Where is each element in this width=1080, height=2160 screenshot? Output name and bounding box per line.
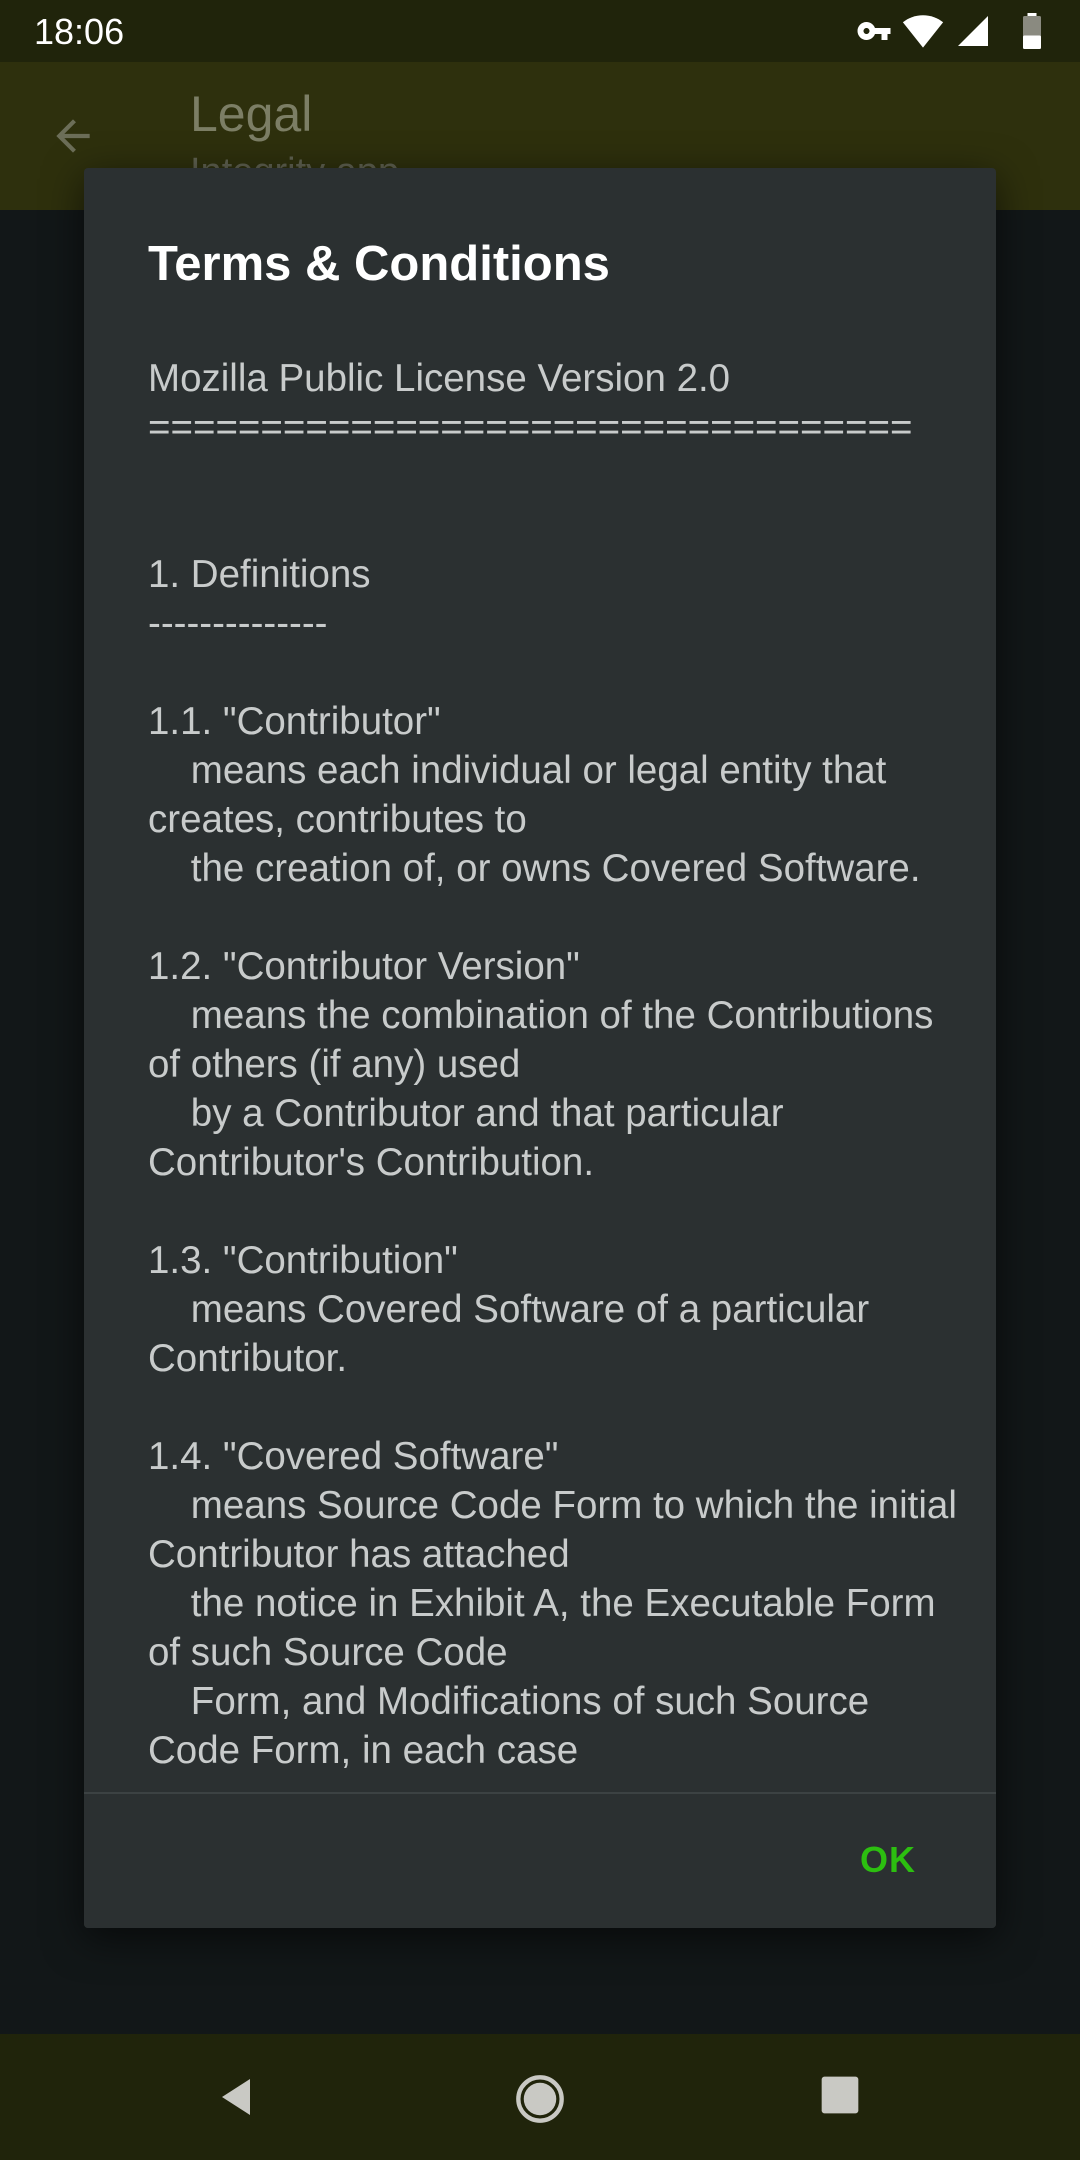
back-triangle-icon[interactable]	[212, 2073, 260, 2121]
dialog-title: Terms & Conditions	[148, 237, 610, 291]
terms-dialog: Terms & Conditions Mozilla Public Licens…	[84, 168, 996, 1928]
wifi-icon	[902, 15, 944, 48]
navigation-bar	[0, 2034, 1080, 2160]
back-arrow-icon[interactable]	[48, 111, 98, 161]
battery-icon	[1023, 13, 1041, 49]
dialog-footer: OK	[84, 1794, 996, 1928]
status-bar: 18:06	[0, 0, 1080, 62]
vpn-key-icon	[857, 22, 891, 40]
page-title: Legal	[190, 86, 313, 142]
cell-signal-icon	[958, 16, 988, 46]
recents-square-icon[interactable]	[818, 2073, 862, 2117]
license-text[interactable]: Mozilla Public License Version 2.0 =====…	[148, 354, 958, 1928]
home-circle-icon[interactable]	[514, 2073, 566, 2125]
ok-button[interactable]: OK	[828, 1818, 948, 1902]
status-time: 18:06	[34, 11, 125, 52]
